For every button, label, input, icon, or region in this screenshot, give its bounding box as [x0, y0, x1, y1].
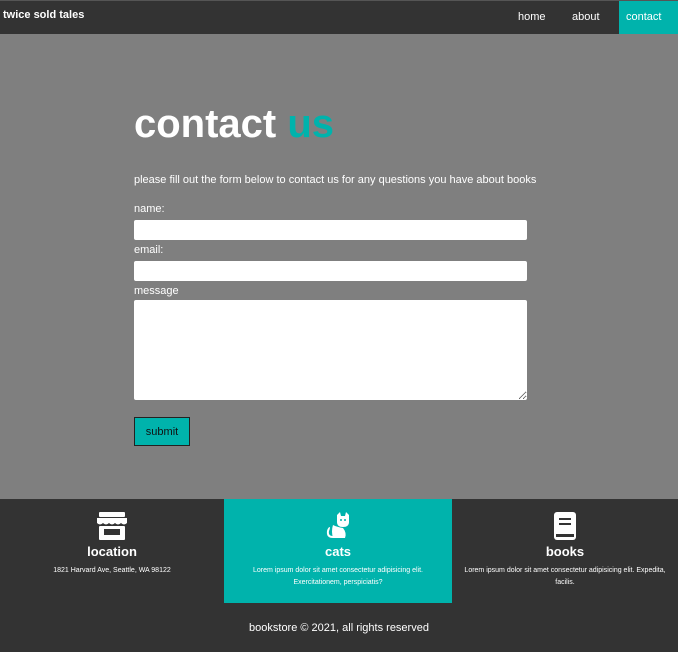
- footer-column-books: books Lorem ipsum dolor sit amet consect…: [452, 499, 678, 603]
- page-title: contact us: [134, 100, 334, 148]
- page-title-accent: us: [287, 102, 335, 146]
- email-label: email:: [134, 244, 164, 256]
- submit-button[interactable]: submit: [134, 417, 190, 446]
- footer: location 1821 Harvard Ave, Seattle, WA 9…: [0, 499, 678, 652]
- top-nav: twice sold tales home about contact: [0, 0, 678, 34]
- nav-link-home[interactable]: home: [511, 1, 566, 34]
- name-input[interactable]: [134, 220, 527, 240]
- name-label: name:: [134, 203, 165, 215]
- footer-cats-title: cats: [324, 544, 352, 559]
- nav-links: home about contact: [511, 1, 678, 34]
- footer-books-title: books: [545, 544, 585, 559]
- nav-link-about[interactable]: about: [566, 1, 619, 34]
- intro-text: please fill out the form below to contac…: [134, 174, 537, 186]
- footer-column-cats: cats Lorem ipsum dolor sit amet consecte…: [224, 499, 452, 603]
- brand-logo-text[interactable]: twice sold tales: [3, 9, 84, 21]
- copyright-text: bookstore © 2021, all rights reserved: [249, 622, 429, 634]
- footer-books-text: Lorem ipsum dolor sit amet consectetur a…: [464, 567, 666, 586]
- message-label: message: [134, 285, 179, 297]
- footer-location-text: 1821 Harvard Ave, Seattle, WA 98122: [53, 567, 171, 574]
- email-input[interactable]: [134, 261, 527, 281]
- message-textarea[interactable]: [134, 300, 527, 400]
- book-icon: [554, 512, 576, 540]
- cat-icon: [326, 512, 349, 538]
- footer-column-location: location 1821 Harvard Ave, Seattle, WA 9…: [0, 499, 224, 603]
- footer-cats-text: Lorem ipsum dolor sit amet consectetur a…: [252, 567, 424, 586]
- page-title-main: contact: [134, 102, 277, 146]
- store-icon: [97, 512, 127, 540]
- footer-location-title: location: [87, 544, 137, 559]
- nav-link-contact[interactable]: contact: [619, 1, 678, 34]
